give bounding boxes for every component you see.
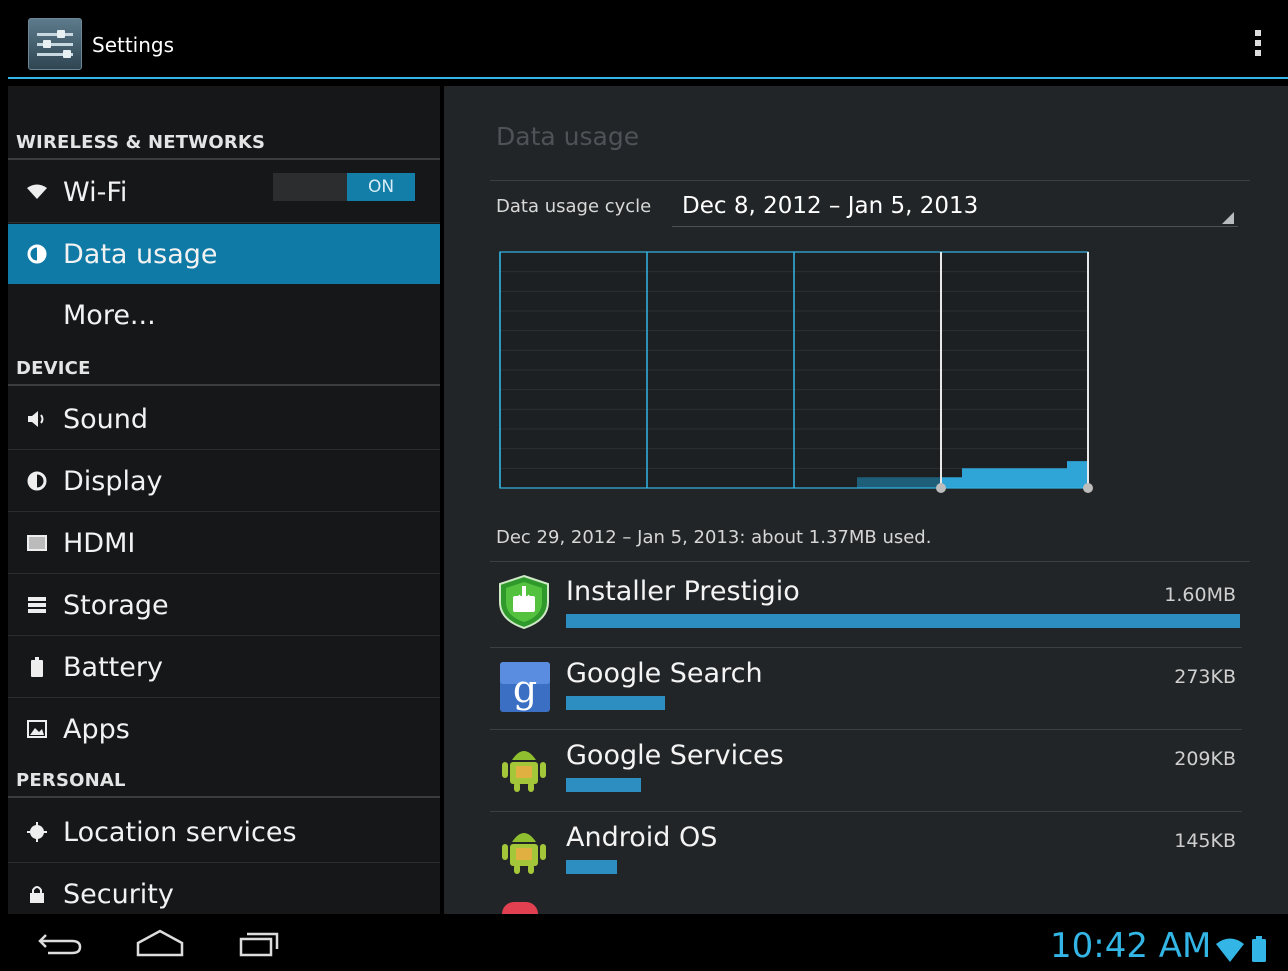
svg-text:g: g: [513, 667, 537, 711]
divider: [490, 180, 1250, 181]
android-icon: [502, 833, 546, 874]
recent-apps-icon[interactable]: [230, 924, 290, 962]
overflow-menu-icon[interactable]: [1254, 30, 1262, 62]
app-title: Settings: [92, 33, 175, 57]
cycle-dropdown[interactable]: Dec 8, 2012 – Jan 5, 2013: [682, 193, 978, 219]
sidebar-item-label: HDMI: [63, 527, 136, 559]
app-usage-size: 209KB: [1174, 748, 1236, 770]
data-usage-icon: [26, 243, 48, 265]
pane-title: Data usage: [496, 122, 640, 151]
sidebar-item-label: Sound: [63, 403, 149, 435]
brightness-icon: [26, 470, 48, 492]
sidebar-item-label: Wi-Fi: [63, 176, 128, 208]
sidebar-item-label: Display: [63, 465, 163, 497]
app-usage-bar: [566, 614, 1240, 628]
battery-icon: [26, 656, 48, 678]
divider: [490, 561, 1250, 562]
android-icon: [502, 751, 546, 792]
chart-sweep-end-handle: [1083, 483, 1093, 493]
sidebar-item-battery[interactable]: Battery: [8, 637, 440, 697]
sidebar-item-label: Location services: [63, 816, 297, 848]
section-divider: [8, 158, 440, 160]
status-clock[interactable]: 10:42 AM: [1050, 926, 1211, 966]
wifi-status-icon: [1216, 938, 1244, 962]
app-usage-bar: [566, 778, 641, 792]
settings-sliders-icon[interactable]: [28, 18, 82, 70]
app-usage-size: 145KB: [1174, 830, 1236, 852]
divider: [8, 449, 440, 450]
wifi-toggle[interactable]: ON: [273, 173, 415, 201]
settings-sidebar: WIRELESS & NETWORKS Wi-Fi ON Data usage …: [8, 86, 440, 914]
app-name: Installer Prestigio: [566, 576, 800, 607]
app-usage-size: 1.60MB: [1164, 584, 1236, 606]
divider: [8, 222, 440, 223]
divider: [8, 635, 440, 636]
app-usage-row[interactable]: Installer Prestigio 1.60MB: [490, 566, 1242, 648]
action-bar: Settings: [0, 0, 1288, 80]
sidebar-item-more[interactable]: More...: [8, 285, 440, 345]
hdmi-icon: [26, 532, 48, 554]
app-usage-bar: [566, 860, 617, 874]
app-usage-bar: [566, 696, 665, 710]
sidebar-item-wifi[interactable]: Wi-Fi ON: [8, 162, 440, 222]
section-header-device: DEVICE: [16, 358, 91, 379]
sidebar-item-label: Battery: [63, 651, 163, 683]
wifi-toggle-on: ON: [347, 173, 415, 201]
section-header-personal: PERSONAL: [16, 770, 126, 791]
location-icon: [26, 821, 48, 843]
storage-icon: [26, 594, 48, 616]
data-usage-pane: Data usage Data usage cycle Dec 8, 2012 …: [444, 86, 1288, 914]
app-name: Google Search: [566, 658, 763, 689]
app-usage-row[interactable]: Android OS 145KB: [496, 812, 1242, 892]
dropdown-caret-icon[interactable]: [1222, 212, 1234, 224]
home-icon[interactable]: [130, 924, 190, 962]
sidebar-item-label: Data usage: [63, 238, 218, 270]
divider: [8, 573, 440, 574]
section-header-wireless: WIRELESS & NETWORKS: [16, 132, 266, 153]
speaker-icon: [26, 408, 48, 430]
action-bar-divider: [8, 77, 1288, 79]
system-nav-bar: 10:42 AM: [0, 914, 1288, 971]
app-usage-size: 273KB: [1174, 666, 1236, 688]
wifi-icon: [26, 181, 48, 203]
sidebar-item-location[interactable]: Location services: [8, 802, 440, 862]
google-search-icon: g: [500, 662, 550, 712]
app-usage-row[interactable]: g Google Search 273KB: [490, 648, 1242, 730]
sidebar-item-data-usage[interactable]: Data usage: [8, 224, 440, 284]
app-icon-partial: [502, 902, 538, 914]
divider: [8, 697, 440, 698]
cycle-dropdown-underline: [672, 226, 1238, 227]
cycle-label: Data usage cycle: [496, 196, 652, 217]
back-icon[interactable]: [30, 924, 90, 962]
sidebar-item-label: Security: [63, 878, 174, 910]
sidebar-item-display[interactable]: Display: [8, 451, 440, 511]
installer-prestigio-icon: [499, 574, 549, 630]
divider: [8, 862, 440, 863]
section-divider: [8, 796, 440, 798]
sidebar-item-hdmi[interactable]: HDMI: [8, 513, 440, 573]
usage-summary: Dec 29, 2012 – Jan 5, 2013: about 1.37MB…: [496, 527, 932, 548]
section-divider: [8, 384, 440, 386]
sidebar-item-sound[interactable]: Sound: [8, 389, 440, 449]
sidebar-item-apps[interactable]: Apps: [8, 699, 440, 759]
sidebar-item-label: Storage: [63, 589, 169, 621]
lock-icon: [26, 883, 48, 905]
data-usage-chart[interactable]: [496, 250, 1096, 496]
app-usage-row[interactable]: Google Services 209KB: [490, 730, 1242, 812]
status-icons[interactable]: [1214, 934, 1280, 964]
sidebar-item-label: Apps: [63, 713, 130, 745]
battery-status-icon: [1252, 936, 1266, 962]
app-name: Android OS: [566, 822, 718, 853]
chart-sweep-start-handle: [936, 483, 946, 493]
sidebar-item-storage[interactable]: Storage: [8, 575, 440, 635]
sidebar-item-label: More...: [63, 299, 156, 331]
apps-icon: [26, 718, 48, 740]
app-name: Google Services: [566, 740, 784, 771]
divider: [8, 511, 440, 512]
